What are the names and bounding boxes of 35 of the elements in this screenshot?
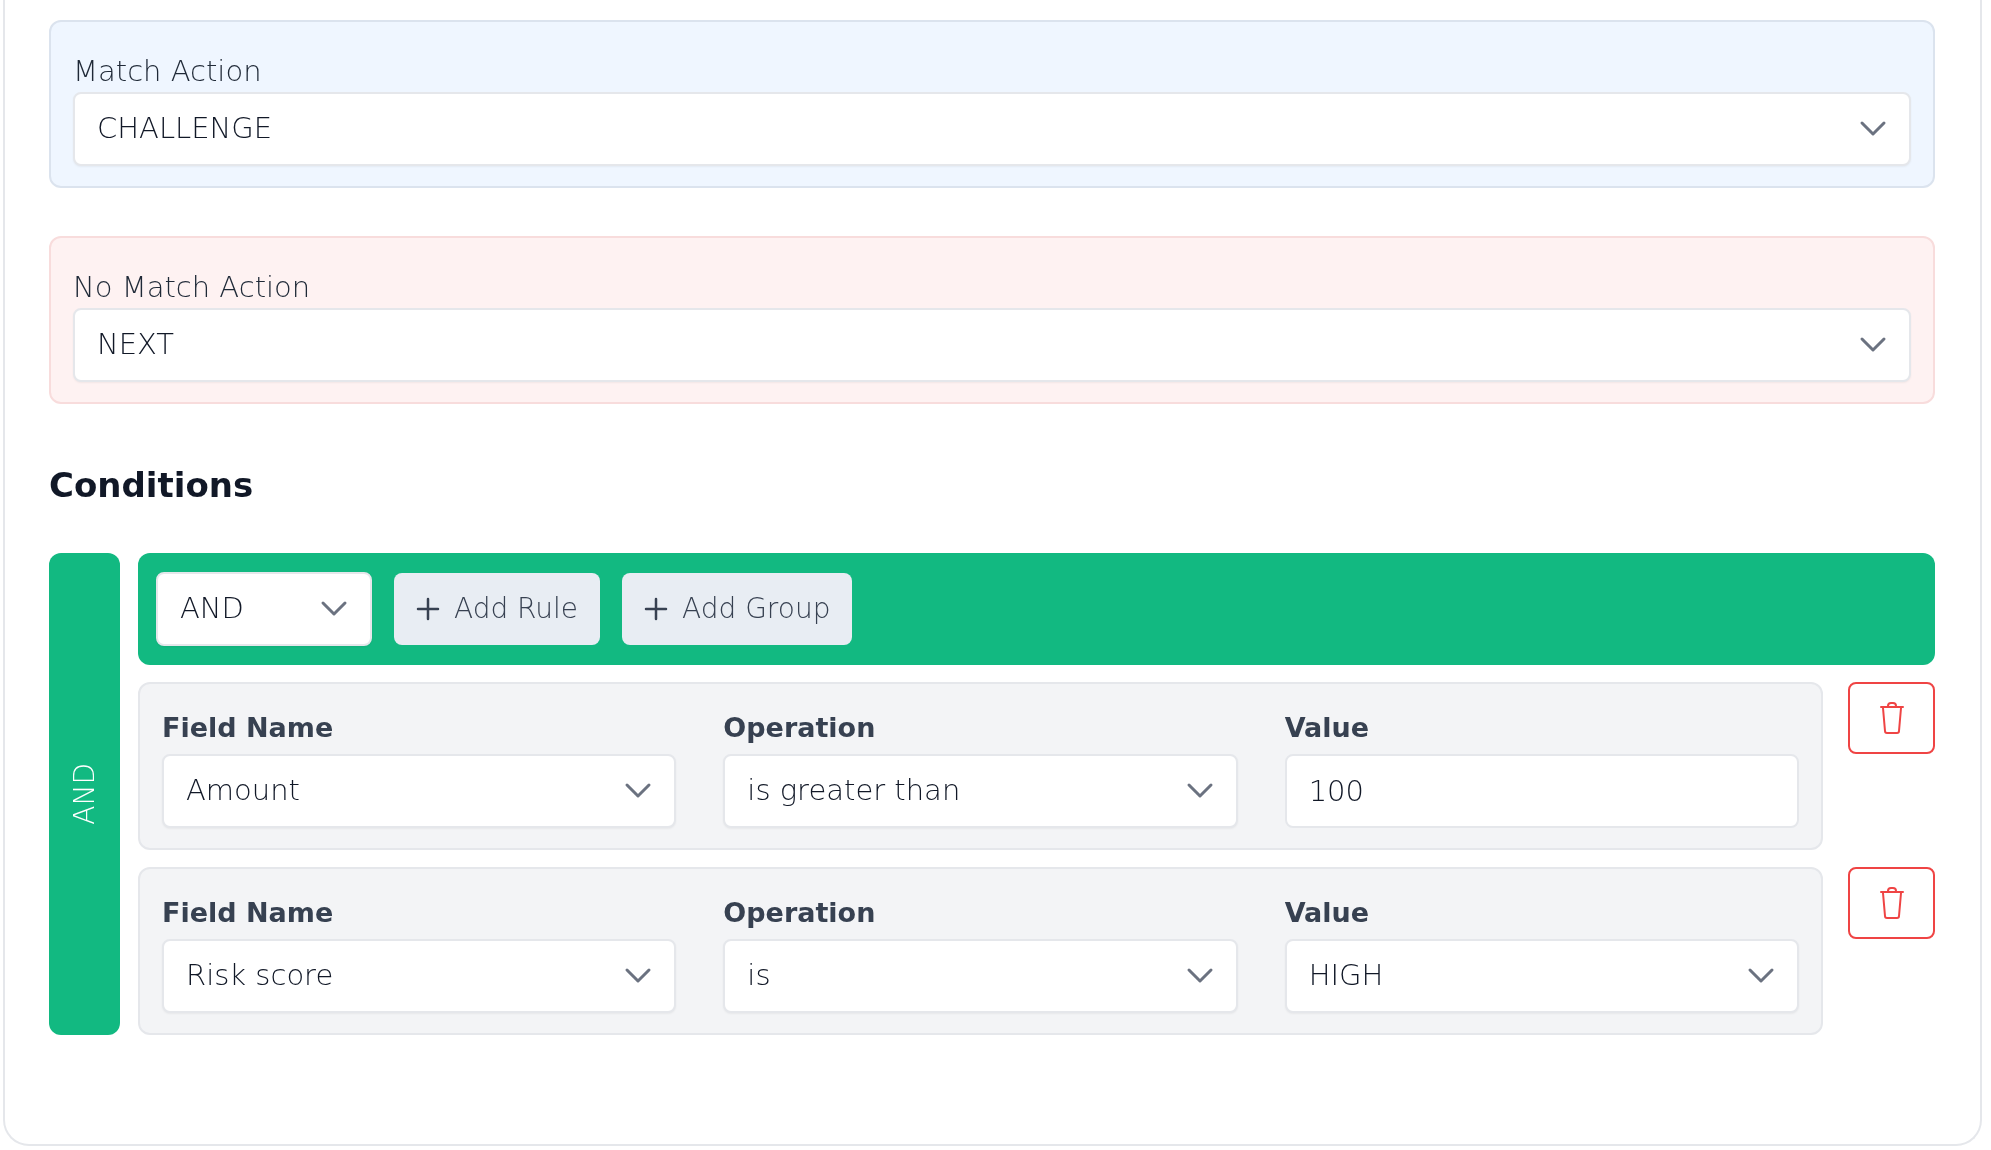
delete-button[interactable] <box>1848 867 1935 939</box>
plus-icon <box>644 597 669 621</box>
action-select[interactable]: NEXT <box>73 308 1911 382</box>
field-label: Operation <box>723 711 876 745</box>
field-label: No Match Action <box>73 269 311 306</box>
select-field[interactable]: Risk score <box>162 939 677 1013</box>
action-select[interactable]: CHALLENGE <box>73 92 1911 166</box>
field-label: Field Name <box>162 711 334 745</box>
trash-icon <box>1878 886 1905 920</box>
chevron-down-icon <box>624 782 653 800</box>
select-field[interactable]: Amount <box>162 754 677 828</box>
input-field[interactable]: 100 <box>1284 754 1799 828</box>
add-button[interactable]: Add Group <box>622 573 853 645</box>
chevron-down-icon <box>320 600 348 618</box>
field-label: Field Name <box>162 896 334 930</box>
field-label: Operation <box>723 896 876 930</box>
field-label: Value <box>1284 711 1370 745</box>
section-heading: Conditions <box>49 464 254 507</box>
select-field[interactable]: is greater than <box>723 754 1238 828</box>
combinator-label: AND <box>66 763 102 825</box>
chevron-down-icon <box>624 967 653 985</box>
delete-button[interactable] <box>1848 682 1935 754</box>
chevron-down-icon <box>1747 967 1775 985</box>
chevron-down-icon <box>1859 120 1887 138</box>
chevron-down-icon <box>1185 967 1214 985</box>
add-button[interactable]: Add Rule <box>394 573 601 645</box>
field-label: Match Action <box>73 53 262 90</box>
chevron-down-icon <box>1185 782 1214 800</box>
trash-icon <box>1878 701 1905 735</box>
field-label: Value <box>1284 896 1370 930</box>
select-field[interactable]: is <box>723 939 1238 1013</box>
chevron-down-icon <box>1859 336 1887 354</box>
select-field[interactable]: HIGH <box>1284 939 1799 1013</box>
plus-icon <box>416 597 440 621</box>
combinator-select[interactable]: AND <box>156 572 372 646</box>
